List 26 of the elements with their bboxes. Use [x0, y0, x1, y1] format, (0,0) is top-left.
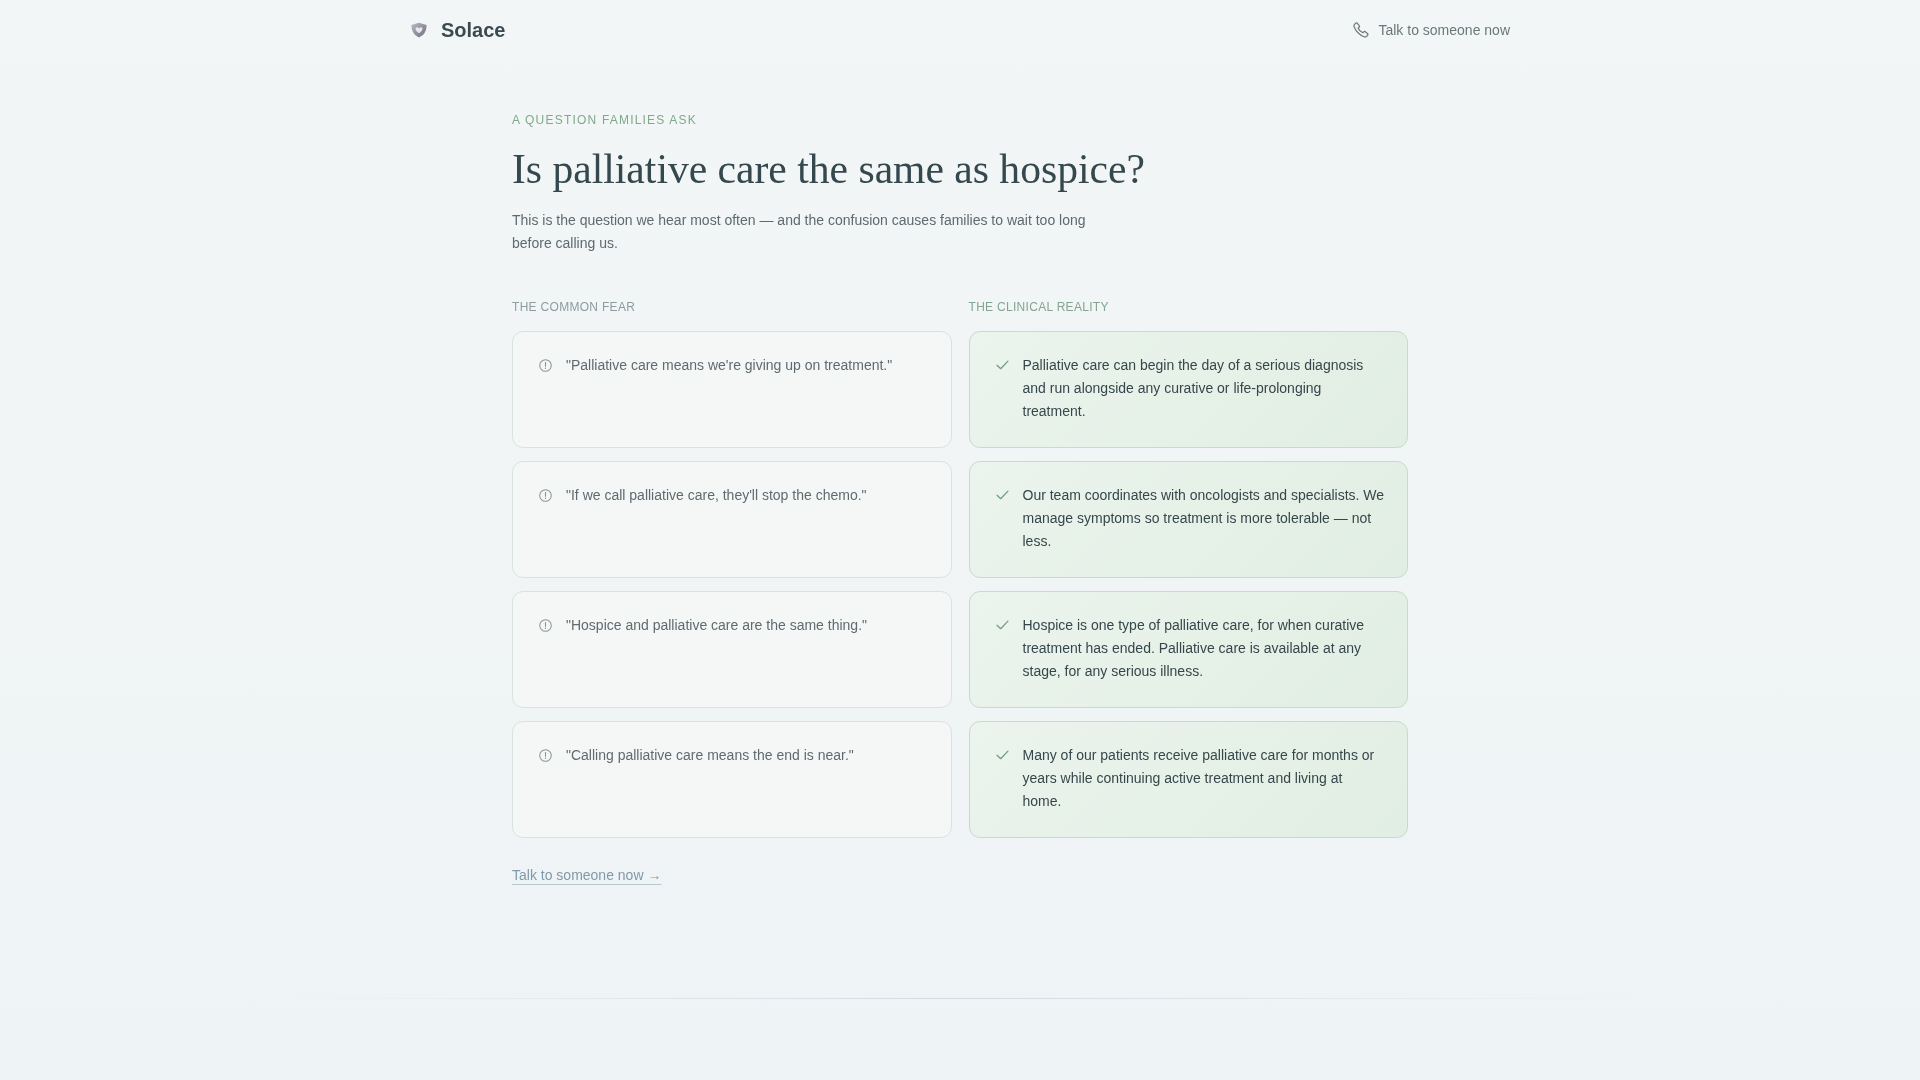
page-title: Is palliative care the same as hospice? — [512, 145, 1146, 194]
check-icon — [995, 360, 1009, 370]
fear-quote: "Calling palliative care means the end is near." — [566, 746, 854, 765]
shield-icon — [410, 22, 428, 38]
reality-text: Hospice is one type of palliative care, for when curative treatment has ended. Palliative care is available at any stage, for any serious illness. — [1022, 616, 1366, 681]
phone-icon — [1353, 22, 1370, 38]
fear-quote: "Hospice and palliative care are the same thing." — [566, 616, 867, 635]
contact-link[interactable]: Talk to someone now → — [512, 865, 662, 885]
fear-quote: "If we call palliative care, they'll stop the chemo." — [566, 486, 867, 505]
reality-text: Palliative care can begin the day of a serious diagnosis and run alongside any curative or life-prolonging treatment. — [1022, 356, 1365, 421]
lead-paragraph: This is the question we hear most often — and the confusion causes families to wait too long before calling us. — [512, 211, 1087, 253]
reality-text: Many of our patients receive palliative care for months or years while continuing active treatment and living at home. — [1022, 746, 1376, 811]
check-icon — [995, 490, 1009, 500]
contact-link[interactable]: Talk to someone now — [1353, 22, 1510, 38]
check-icon — [995, 620, 1009, 630]
reality-text: Our team coordinates with oncologists and specialists. We manage symptoms so treatment is more tolerable — not less. — [1022, 486, 1385, 551]
column-heading: THE COMMON FEAR — [512, 299, 637, 315]
alert-icon — [539, 619, 552, 632]
check-icon — [995, 750, 1009, 760]
alert-icon — [539, 489, 552, 502]
alert-icon — [539, 359, 552, 372]
column-heading: THE CLINICAL REALITY — [968, 299, 1110, 315]
brand-name: Solace — [441, 18, 506, 42]
eyebrow-label: A QUESTION FAMILIES ASK — [512, 112, 698, 128]
fear-quote: "Palliative care means we're giving up on treatment." — [566, 356, 893, 375]
alert-icon — [539, 749, 552, 762]
